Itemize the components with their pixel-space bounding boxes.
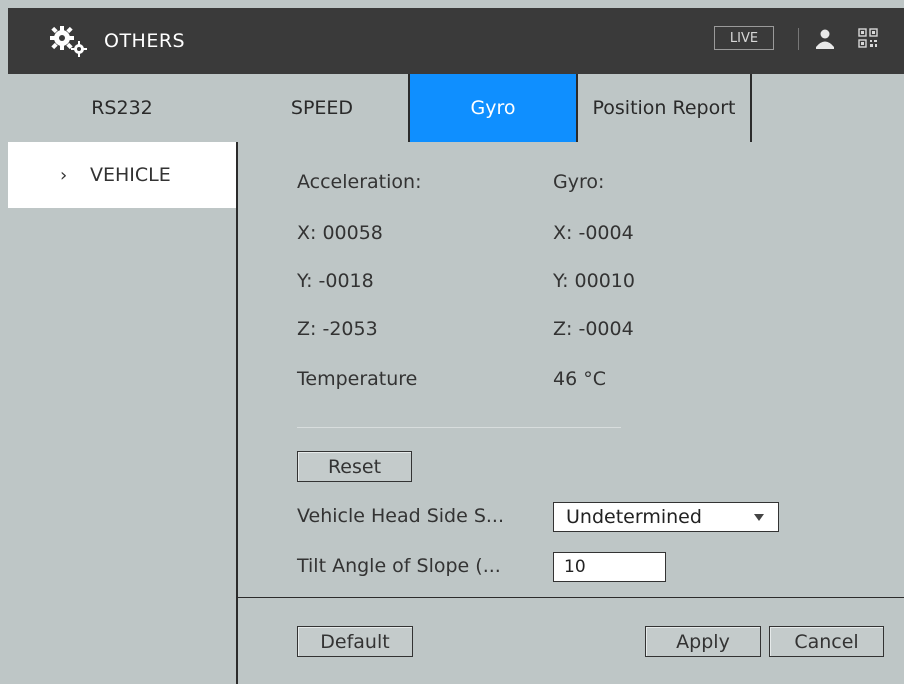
tilt-angle-label: Tilt Angle of Slope (...	[297, 555, 501, 577]
accel-x-value: X: 00058	[297, 222, 383, 244]
sidebar-divider	[236, 142, 238, 684]
tab-label: Gyro	[470, 97, 516, 119]
tab-position-report[interactable]: Position Report	[578, 74, 752, 142]
gyro-z-value: Z: -0004	[553, 318, 634, 340]
tab-gyro[interactable]: Gyro	[408, 74, 578, 142]
user-icon[interactable]	[814, 26, 836, 50]
apply-button[interactable]: Apply	[645, 626, 761, 657]
acceleration-label: Acceleration:	[297, 171, 422, 193]
accel-y-value: Y: -0018	[297, 270, 374, 292]
sidebar-item-label: VEHICLE	[90, 164, 171, 186]
default-button[interactable]: Default	[297, 626, 413, 657]
gyro-label: Gyro:	[553, 171, 605, 193]
sidebar-item-vehicle[interactable]: › VEHICLE	[8, 142, 236, 208]
temperature-label: Temperature	[297, 368, 418, 390]
tab-speed[interactable]: SPEED	[236, 74, 408, 142]
tilt-angle-input[interactable]: 10	[553, 552, 666, 582]
tab-label: Position Report	[592, 97, 736, 119]
reset-button[interactable]: Reset	[297, 451, 412, 482]
live-button[interactable]: LIVE	[714, 26, 774, 50]
qr-code-icon[interactable]	[858, 28, 878, 48]
tab-label: RS232	[91, 97, 153, 119]
header-divider	[798, 28, 799, 50]
gears-icon	[50, 26, 87, 57]
head-side-value: Undetermined	[566, 506, 702, 528]
head-side-label: Vehicle Head Side S...	[297, 505, 505, 527]
temperature-value: 46 °C	[553, 368, 606, 390]
dropdown-arrow-icon	[754, 514, 764, 521]
chevron-right-icon: ›	[60, 164, 68, 186]
footer-divider	[238, 597, 904, 598]
page-title: OTHERS	[104, 30, 186, 52]
top-header: OTHERS LIVE	[8, 8, 904, 74]
head-side-select[interactable]: Undetermined	[553, 502, 779, 532]
section-divider	[297, 427, 621, 428]
cancel-button[interactable]: Cancel	[769, 626, 884, 657]
tab-rs232[interactable]: RS232	[8, 74, 236, 142]
title-wrap: OTHERS	[48, 8, 185, 74]
tab-label: SPEED	[290, 97, 354, 119]
gyro-x-value: X: -0004	[553, 222, 634, 244]
tab-bar: RS232 SPEED Gyro Position Report	[8, 74, 904, 142]
gyro-y-value: Y: 00010	[553, 270, 635, 292]
sidebar: › VEHICLE	[8, 142, 236, 684]
accel-z-value: Z: -2053	[297, 318, 378, 340]
